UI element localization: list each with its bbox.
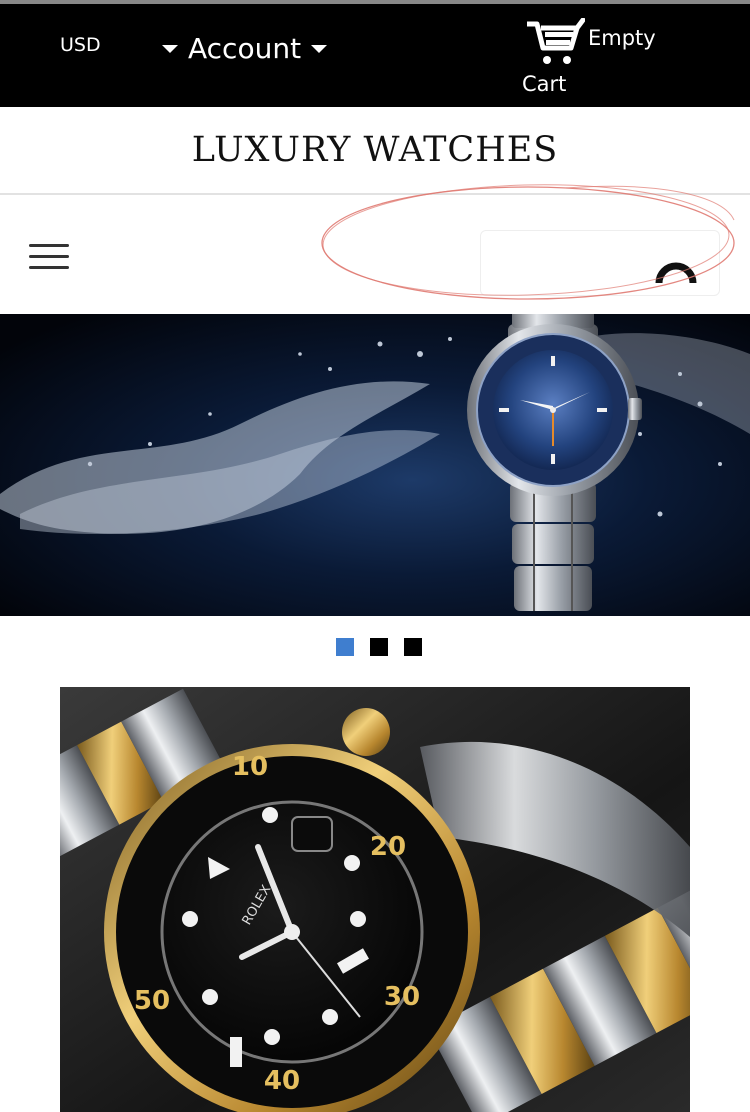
svg-text:20: 20 bbox=[370, 832, 406, 862]
caret-down-icon bbox=[311, 44, 328, 53]
cart-icon[interactable] bbox=[525, 18, 585, 66]
svg-text:40: 40 bbox=[264, 1066, 300, 1096]
carousel-indicators bbox=[0, 638, 750, 658]
carousel-dot-3[interactable] bbox=[404, 638, 422, 656]
rolex-watch-image: 10 20 30 40 50 ROLEX bbox=[60, 687, 690, 1112]
hamburger-icon[interactable] bbox=[29, 244, 69, 270]
caret-down-icon bbox=[162, 44, 178, 53]
carousel-dot-2[interactable] bbox=[370, 638, 388, 656]
currency-selector[interactable]: USD bbox=[60, 34, 101, 56]
annotation-circle bbox=[321, 184, 735, 300]
hero-banner[interactable] bbox=[0, 314, 750, 616]
carousel-dot-1[interactable] bbox=[336, 638, 354, 656]
site-logo-text[interactable]: LUXURY WATCHES bbox=[192, 130, 559, 170]
svg-text:10: 10 bbox=[232, 752, 268, 782]
svg-text:50: 50 bbox=[134, 986, 170, 1016]
cart-link[interactable]: Cart bbox=[522, 72, 566, 96]
hero-image bbox=[0, 314, 750, 616]
svg-text:30: 30 bbox=[384, 982, 420, 1012]
top-bar: USD Account Empty Cart bbox=[0, 0, 750, 107]
account-menu[interactable]: Account bbox=[162, 32, 328, 65]
account-label: Account bbox=[188, 32, 302, 65]
product-image[interactable]: 10 20 30 40 50 ROLEX bbox=[60, 687, 690, 1112]
cart-status[interactable]: Empty bbox=[588, 26, 656, 50]
